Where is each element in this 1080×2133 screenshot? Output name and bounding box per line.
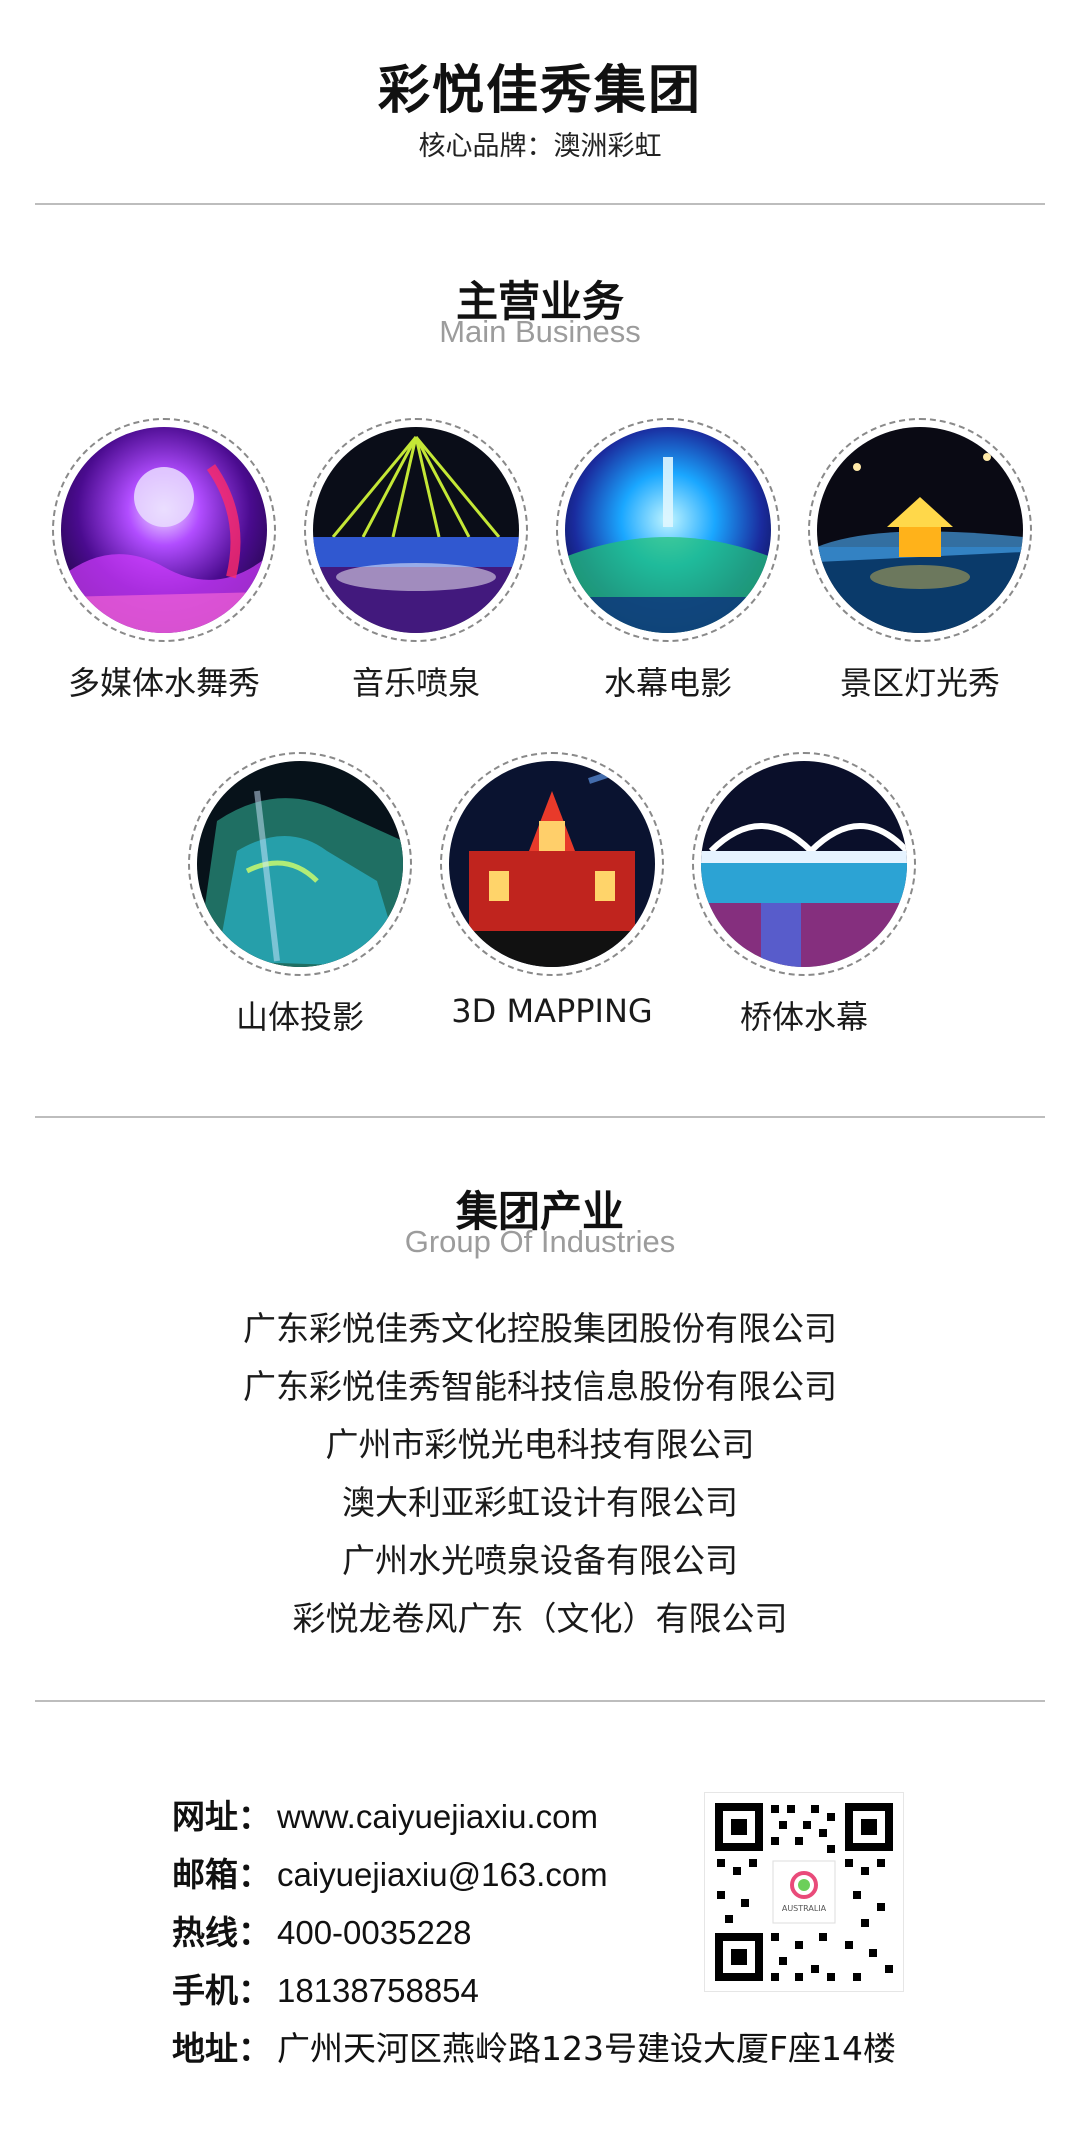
email-link[interactable]: caiyuejiaxiu@163.com — [277, 1856, 608, 1893]
list-item: 广州市彩悦光电科技有限公司 — [325, 1425, 755, 1464]
email-label: 邮箱： — [172, 1855, 271, 1894]
3d-mapping-photo — [449, 761, 655, 967]
contact-hotline: 热线： 400-0035228 — [172, 1906, 472, 1954]
industry-list: 广东彩悦佳秀文化控股集团股份有限公司 广东彩悦佳秀智能科技信息股份有限公司 广州… — [0, 1300, 1080, 1648]
contact-website: 网址： www.caiyuejiaxiu.com — [172, 1790, 598, 1838]
main-business-subtitle: Main Business — [439, 314, 641, 349]
list-item: 广州水光喷泉设备有限公司 — [342, 1541, 738, 1580]
scenic-light-show-photo — [817, 427, 1023, 633]
hotline-number[interactable]: 400-0035228 — [277, 1914, 472, 1951]
water-screen-movie-photo — [565, 427, 771, 633]
service-photo-frame — [304, 418, 528, 642]
core-brand-subtitle: 核心品牌：澳洲彩虹 — [418, 131, 662, 162]
multimedia-water-show-photo — [61, 427, 267, 633]
service-photo-frame — [556, 418, 780, 642]
industries-subtitle: Group Of Industries — [404, 1224, 676, 1259]
service-photo-frame — [440, 752, 664, 976]
qr-code[interactable]: AUSTRALIA — [704, 1792, 904, 1992]
list-item: 澳大利亚彩虹设计有限公司 — [342, 1483, 738, 1522]
service-photo-frame — [808, 418, 1032, 642]
contact-email: 邮箱： caiyuejiaxiu@163.com — [172, 1848, 608, 1896]
qr-code-icon: AUSTRALIA — [705, 1793, 903, 1991]
divider-bottom — [35, 1700, 1045, 1702]
list-item: 广东彩悦佳秀智能科技信息股份有限公司 — [243, 1367, 837, 1406]
contact-mobile: 手机： 18138758854 — [172, 1964, 479, 2012]
mobile-label: 手机： — [172, 1971, 271, 2010]
hotline-label: 热线： — [172, 1913, 271, 1952]
website-label: 网址： — [172, 1797, 271, 1836]
mountain-projection-photo — [197, 761, 403, 967]
service-photo-frame — [692, 752, 916, 976]
service-label: 景区灯光秀 — [839, 664, 1000, 702]
website-link[interactable]: www.caiyuejiaxiu.com — [277, 1798, 598, 1835]
qr-logo-text: AUSTRALIA — [782, 1904, 827, 1913]
contact-address: 地址： 广州天河区燕岭路123号建设大厦F座14楼 — [172, 2022, 896, 2070]
service-photo-frame — [52, 418, 276, 642]
list-item: 彩悦龙卷风广东（文化）有限公司 — [292, 1599, 788, 1638]
divider-middle — [35, 1116, 1045, 1118]
mobile-number[interactable]: 18138758854 — [277, 1972, 479, 2009]
music-fountain-photo — [313, 427, 519, 633]
service-label: 桥体水幕 — [739, 998, 868, 1036]
company-title: 彩悦佳秀集团 — [377, 61, 702, 121]
list-item: 广东彩悦佳秀文化控股集团股份有限公司 — [243, 1309, 837, 1348]
address-label: 地址： — [172, 2029, 271, 2068]
service-photo-frame — [188, 752, 412, 976]
divider-top — [35, 203, 1045, 205]
address-text: 广州天河区燕岭路123号建设大厦F座14楼 — [277, 2029, 896, 2068]
bridge-water-screen-photo — [701, 761, 907, 967]
